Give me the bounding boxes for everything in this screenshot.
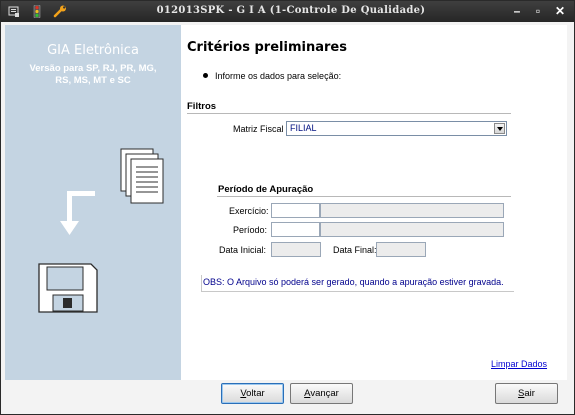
main-window: 012013SPK - G I A (1-Controle De Qualida… (0, 0, 575, 415)
traffic-light-icon[interactable] (31, 5, 43, 18)
exit-button[interactable]: Sair (495, 383, 558, 404)
matriz-fiscal-label: Matriz Fiscal : (233, 124, 289, 134)
maximize-icon[interactable]: ▫ (530, 3, 546, 19)
content-panel: Critérios preliminares Informe os dados … (181, 25, 567, 380)
exit-button-rest: air (524, 388, 535, 399)
window-title: 012013SPK - G I A (1-Controle De Qualida… (156, 5, 426, 16)
filtros-divider (187, 113, 511, 114)
page-title: Critérios preliminares (187, 40, 347, 55)
window-menu-icon[interactable] (8, 5, 20, 18)
bullet-icon (203, 73, 208, 78)
periodo-description (320, 222, 504, 237)
data-final-field (376, 242, 426, 257)
periodo-label: Período: (233, 225, 268, 235)
data-final-label: Data Final: (333, 245, 377, 255)
instruction-text: Informe os dados para seleção: (215, 71, 342, 81)
next-button-rest: vançar (310, 388, 339, 399)
exercicio-label: Exercício: (229, 206, 269, 216)
close-icon[interactable]: ✕ (552, 3, 568, 19)
exercicio-description (320, 203, 504, 218)
filtros-title: Filtros (187, 101, 217, 112)
chevron-down-icon[interactable] (494, 123, 505, 134)
sidebar-illustration (38, 148, 164, 313)
data-inicial-field (271, 242, 321, 257)
next-button[interactable]: Avançar (290, 383, 353, 404)
data-inicial-label: Data Inicial: (219, 245, 267, 255)
back-button[interactable]: Voltar (221, 383, 284, 404)
title-bar: 012013SPK - G I A (1-Controle De Qualida… (1, 1, 574, 22)
floppy-disk-icon (38, 263, 98, 313)
wrench-icon[interactable] (53, 5, 67, 18)
obs-message: OBS: O Arquivo só poderá ser gerado, qua… (201, 275, 514, 292)
documents-icon (120, 148, 164, 204)
periodo-title: Período de Apuração (218, 184, 314, 195)
back-button-rest: oltar (246, 388, 265, 399)
exercicio-input[interactable] (271, 203, 320, 218)
periodo-divider (217, 196, 511, 197)
periodo-input[interactable] (271, 222, 320, 237)
limpar-dados-link[interactable]: Limpar Dados (491, 359, 547, 369)
arrow-down-icon (60, 191, 95, 235)
minimize-icon[interactable]: – (509, 3, 525, 19)
sidebar-panel: GIA Eletrônica Versão para SP, RJ, PR, M… (5, 25, 181, 380)
matriz-fiscal-select[interactable]: FILIAL (286, 121, 507, 136)
matriz-fiscal-value: FILIAL (290, 123, 317, 133)
